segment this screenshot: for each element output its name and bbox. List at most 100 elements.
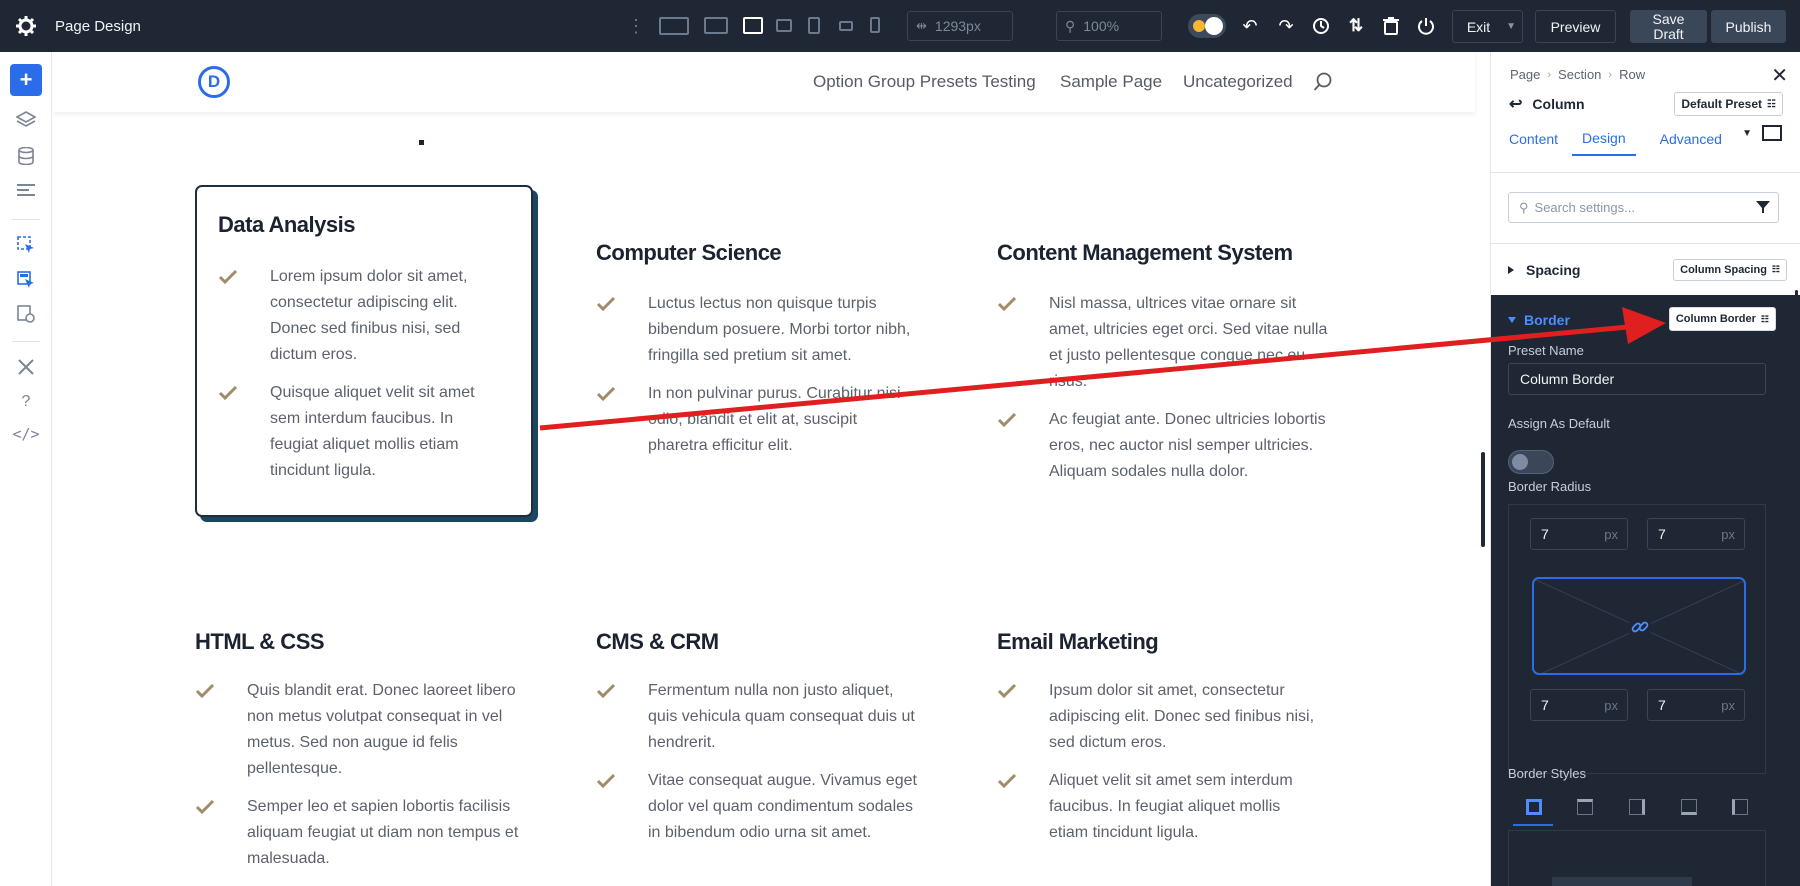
breadcrumb-page[interactable]: Page (1510, 67, 1540, 82)
assign-default-toggle[interactable] (1508, 450, 1554, 474)
radius-top-left-field[interactable]: 7 px (1530, 518, 1628, 550)
redo-icon[interactable]: ↷ (1275, 15, 1297, 37)
text-line: malesuada. (247, 850, 330, 867)
check-icon (997, 683, 1017, 699)
style-option-peek[interactable] (1552, 877, 1692, 886)
check-icon (596, 773, 616, 789)
breadcrumb-row[interactable]: Row (1619, 67, 1645, 82)
radius-preview (1532, 577, 1746, 675)
more-vertical-icon[interactable]: ⋮ (627, 16, 645, 36)
spacing-group[interactable]: Spacing Column Spacing ☷ (1491, 243, 1800, 295)
nav-item-sample-page[interactable]: Sample Page (1060, 52, 1162, 112)
exit-button[interactable]: Exit ▼ (1452, 10, 1523, 43)
search-icon[interactable] (1313, 52, 1333, 112)
link-icon[interactable] (1629, 616, 1651, 638)
radius-top-right-field[interactable]: 7 px (1647, 518, 1745, 550)
select-element-icon[interactable] (10, 229, 42, 261)
nav-item-uncategorized[interactable]: Uncategorized (1183, 52, 1293, 112)
list-item: Quis blandit erat. Donec laoreet libero … (195, 678, 545, 788)
tab-advanced[interactable]: Advanced (1660, 122, 1722, 156)
back-arrow-icon[interactable]: ↩ (1509, 94, 1522, 114)
column-card-email-marketing[interactable]: Email Marketing Ipsum dolor sit amet, co… (997, 572, 1337, 841)
add-element-button[interactable]: + (10, 64, 42, 96)
laptop-icon[interactable] (743, 17, 763, 34)
layers-icon[interactable] (10, 104, 42, 136)
panel-scrollbar[interactable] (1795, 290, 1798, 580)
border-bottom-icon[interactable] (1680, 799, 1697, 815)
tabs-divider (1491, 172, 1800, 173)
column-card-cms[interactable]: Content Management System Nisl massa, ul… (997, 185, 1357, 485)
tablet-portrait-icon[interactable] (808, 17, 820, 34)
text-line: amet, ultricies eget orci. Sed vitae nul… (1049, 321, 1328, 338)
border-group-header[interactable]: Border (1508, 312, 1570, 328)
cut-heading-fragment (419, 140, 424, 145)
radius-bottom-left-field[interactable]: 7 px (1530, 689, 1628, 721)
tab-content[interactable]: Content (1509, 122, 1558, 156)
border-all-icon[interactable] (1525, 799, 1542, 815)
undo-icon[interactable]: ↶ (1239, 15, 1261, 37)
code-icon[interactable]: </> (10, 418, 42, 450)
preset-name-field[interactable]: Column Border (1508, 363, 1766, 395)
select-multiple-icon[interactable] (10, 264, 42, 296)
list-item-text: Quis blandit erat. Donec laoreet libero … (247, 678, 516, 782)
filter-icon[interactable] (1756, 200, 1770, 214)
settings-search[interactable]: ⚲ Search settings... (1508, 192, 1779, 223)
nav-item-option-group[interactable]: Option Group Presets Testing (813, 52, 1036, 112)
desktop-wide-icon[interactable] (659, 17, 689, 35)
sort-arrows-icon[interactable]: ⇅ (1345, 15, 1367, 37)
radius-bottom-right-field[interactable]: 7 px (1647, 689, 1745, 721)
column-card-html-css[interactable]: HTML & CSS Quis blandit erat. Donec laor… (195, 572, 545, 872)
gear-icon[interactable] (14, 14, 38, 38)
column-card-computer-science[interactable]: Computer Science Luctus lectus non quisq… (596, 185, 936, 454)
site-logo[interactable]: D (198, 66, 230, 98)
text-line: eros, nec auctor nisl semper ultricies. (1049, 437, 1314, 454)
theme-toggle[interactable] (1188, 14, 1226, 38)
column-card-cms-crm[interactable]: CMS & CRM Fermentum nulla non justo aliq… (596, 572, 936, 841)
border-right-icon[interactable] (1628, 799, 1645, 815)
list-item: Quisque aliquet velit sit amet sem inter… (218, 380, 518, 490)
spacing-preset-pill[interactable]: Column Spacing ☷ (1673, 258, 1787, 281)
page-settings-icon[interactable] (10, 298, 42, 330)
help-icon[interactable]: ? (10, 386, 42, 418)
phone-portrait-icon[interactable] (870, 17, 880, 33)
caret-down-icon[interactable]: ▼ (1742, 128, 1752, 139)
text-line: Luctus lectus non quisque turpis (648, 295, 877, 312)
site-header: D Option Group Presets Testing Sample Pa… (53, 52, 1475, 112)
border-left-icon[interactable] (1732, 799, 1749, 815)
text-line: Aliquam sodales nulla dolor. (1049, 463, 1249, 480)
chevron-down-icon: ▼ (1506, 21, 1516, 32)
frame-icon[interactable] (1762, 125, 1782, 141)
border-preset-pill[interactable]: Column Border ☷ (1668, 307, 1776, 331)
column-card-data-analysis[interactable]: Data Analysis Lorem ipsum dolor sit amet… (195, 185, 533, 517)
trash-icon[interactable] (1380, 15, 1402, 37)
page-title: Page Design (55, 17, 141, 35)
text-line: dolor vel quam condimentum sodales (648, 798, 914, 815)
history-icon[interactable] (1310, 15, 1332, 37)
toggle-knob (1512, 454, 1528, 470)
assign-default-label: Assign As Default (1508, 416, 1610, 431)
breadcrumb-section[interactable]: Section (1558, 67, 1601, 82)
breadcrumb: Page › Section › Row (1510, 67, 1645, 82)
tab-design[interactable]: Design (1572, 122, 1636, 156)
border-top-icon[interactable] (1577, 799, 1594, 815)
power-icon[interactable] (1415, 15, 1437, 37)
zoom-field[interactable]: ⚲ 100% (1056, 11, 1162, 41)
canvas-scrollbar[interactable] (1481, 452, 1485, 547)
preview-button[interactable]: Preview (1535, 10, 1616, 43)
phone-landscape-icon[interactable] (839, 21, 853, 31)
canvas-width-field[interactable]: ⇹ 1293px (907, 11, 1013, 41)
layout-rows-icon[interactable] (10, 174, 42, 206)
tools-icon[interactable] (10, 351, 42, 383)
database-icon[interactable] (10, 140, 42, 172)
publish-button[interactable]: Publish (1711, 10, 1786, 43)
list-item: Vitae consequat augue. Vivamus eget dolo… (596, 768, 936, 848)
tablet-landscape-icon[interactable] (776, 19, 792, 32)
desktop-icon[interactable] (704, 17, 728, 34)
close-icon[interactable]: ✕ (1771, 63, 1788, 88)
text-line: Quisque aliquet velit sit amet (270, 384, 475, 401)
text-line: In non pulvinar purus. Curabitur nisi (648, 385, 901, 402)
list-item-text: Nisl massa, ultrices vitae ornare sit am… (1049, 291, 1327, 395)
save-draft-button[interactable]: Save Draft (1630, 10, 1707, 43)
preset-selector[interactable]: Default Preset ☷ (1674, 92, 1783, 116)
spacing-preset-label: Column Spacing (1680, 263, 1767, 276)
